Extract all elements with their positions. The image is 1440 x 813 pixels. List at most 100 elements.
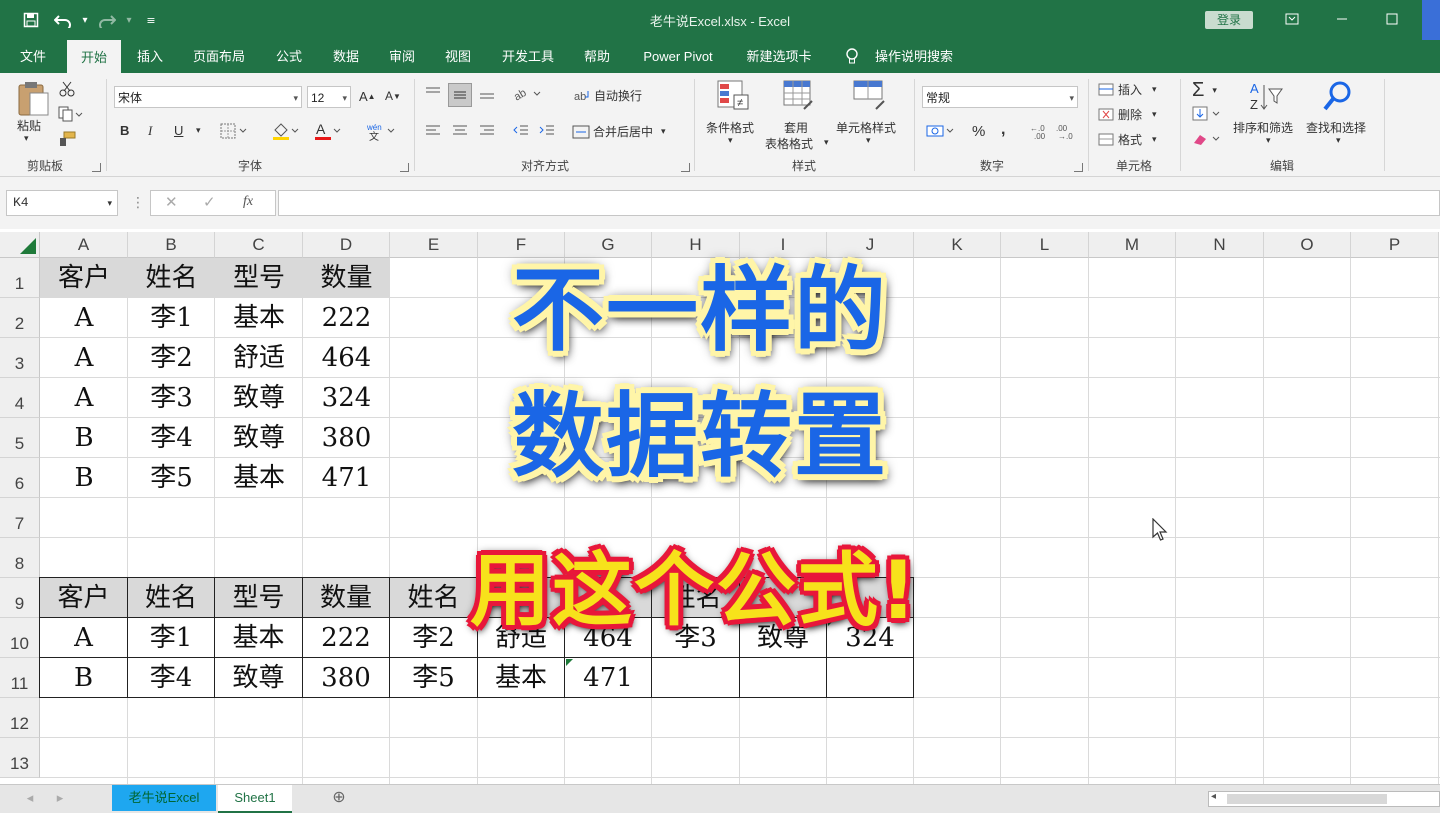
bold-button[interactable]: B bbox=[120, 123, 129, 138]
sheet-tab-sheet1[interactable]: Sheet1 bbox=[218, 785, 292, 813]
clear-icon[interactable] bbox=[1192, 131, 1222, 147]
table1-header-cell[interactable]: 型号 bbox=[215, 258, 303, 298]
sort-filter-button[interactable]: 排序和筛选 bbox=[1233, 119, 1293, 136]
cut-icon[interactable] bbox=[58, 81, 76, 97]
italic-button[interactable]: I bbox=[148, 123, 152, 139]
column-header[interactable]: E bbox=[390, 232, 478, 258]
increase-decimal-icon[interactable]: ←.0.00 bbox=[1030, 122, 1052, 140]
table1-cell[interactable]: 324 bbox=[303, 378, 390, 418]
format-painter-icon[interactable] bbox=[58, 131, 76, 147]
alignment-launcher-icon[interactable] bbox=[681, 163, 690, 172]
horizontal-scrollbar[interactable]: ◂ bbox=[1208, 791, 1440, 807]
paste-button[interactable]: 粘贴 bbox=[17, 117, 41, 134]
table1-cell[interactable]: 李4 bbox=[128, 418, 215, 458]
column-header[interactable]: O bbox=[1264, 232, 1351, 258]
row-header[interactable]: 13 bbox=[0, 738, 40, 778]
row-header[interactable]: 10 bbox=[0, 618, 40, 658]
tab-data[interactable]: 数据 bbox=[322, 40, 370, 73]
row-header[interactable]: 4 bbox=[0, 378, 40, 418]
prev-sheet-icon[interactable]: ◂ bbox=[20, 785, 40, 811]
scroll-left-icon[interactable]: ◂ bbox=[1211, 791, 1216, 802]
column-header[interactable]: L bbox=[1001, 232, 1089, 258]
cancel-icon[interactable]: ✕ bbox=[165, 193, 178, 211]
cell-styles-dropdown-icon[interactable]: ▾ bbox=[866, 135, 871, 146]
find-select-dropdown-icon[interactable]: ▾ bbox=[1336, 135, 1341, 146]
maximize-icon[interactable] bbox=[1372, 8, 1412, 30]
decrease-font-icon[interactable]: A ▼ bbox=[385, 89, 401, 103]
table2-cell[interactable]: A bbox=[40, 618, 128, 658]
increase-font-icon[interactable]: A ▲ bbox=[359, 89, 376, 104]
table2-header-cell[interactable]: 型号 bbox=[215, 578, 303, 618]
conditional-format-button[interactable]: 条件格式 bbox=[706, 119, 754, 136]
tab-home[interactable]: 开始 bbox=[67, 40, 121, 73]
table2-cell[interactable]: 基本 bbox=[215, 618, 303, 658]
conditional-format-dropdown-icon[interactable]: ▾ bbox=[728, 135, 733, 146]
phonetic-icon[interactable]: wén 文 bbox=[366, 121, 396, 141]
underline-dropdown-icon[interactable]: ▾ bbox=[196, 125, 201, 136]
table1-cell[interactable]: 464 bbox=[303, 338, 390, 378]
row-header[interactable]: 2 bbox=[0, 298, 40, 338]
table1-cell[interactable]: 李1 bbox=[128, 298, 215, 338]
minimize-icon[interactable] bbox=[1322, 8, 1362, 30]
clipboard-launcher-icon[interactable] bbox=[92, 163, 101, 172]
cell-styles-button[interactable]: 单元格样式 bbox=[836, 119, 896, 136]
merge-center-button[interactable]: 合并后居中 ▾ bbox=[572, 123, 666, 140]
comma-button[interactable]: , bbox=[1001, 121, 1005, 139]
column-header[interactable]: A bbox=[40, 232, 128, 258]
tab-developer[interactable]: 开发工具 bbox=[492, 40, 564, 73]
copy-icon[interactable] bbox=[58, 106, 84, 122]
borders-icon[interactable] bbox=[220, 123, 248, 139]
conditional-format-icon[interactable]: ≠ bbox=[716, 79, 750, 118]
align-center-icon[interactable] bbox=[451, 123, 469, 139]
decrease-indent-icon[interactable] bbox=[512, 123, 530, 139]
table2-cell[interactable]: 李2 bbox=[390, 618, 478, 658]
table2-cell[interactable]: 222 bbox=[303, 618, 390, 658]
table1-cell[interactable]: 222 bbox=[303, 298, 390, 338]
table1-cell[interactable]: 基本 bbox=[215, 458, 303, 498]
row-header[interactable]: 9 bbox=[0, 578, 40, 618]
new-sheet-icon[interactable]: ⊕ bbox=[326, 785, 352, 811]
column-header[interactable]: N bbox=[1176, 232, 1264, 258]
cell-styles-icon[interactable] bbox=[852, 79, 888, 118]
align-right-icon[interactable] bbox=[478, 123, 496, 139]
table2-cell[interactable]: 李1 bbox=[128, 618, 215, 658]
number-launcher-icon[interactable] bbox=[1074, 163, 1083, 172]
align-bottom-icon[interactable] bbox=[478, 85, 496, 101]
table1-cell[interactable]: A bbox=[40, 338, 128, 378]
table2-cell[interactable]: 471 bbox=[565, 658, 652, 698]
table2-cell[interactable]: 李4 bbox=[128, 658, 215, 698]
row-header[interactable]: 7 bbox=[0, 498, 40, 538]
table1-cell[interactable]: 李5 bbox=[128, 458, 215, 498]
table2-cell[interactable]: 李5 bbox=[390, 658, 478, 698]
find-select-button[interactable]: 查找和选择 bbox=[1306, 119, 1366, 136]
autosum-icon[interactable]: Σ ▾ bbox=[1192, 79, 1217, 102]
close-button[interactable] bbox=[1422, 0, 1440, 40]
format-as-table-line2[interactable]: 表格格式 bbox=[765, 135, 813, 152]
column-header[interactable]: M bbox=[1089, 232, 1176, 258]
wrap-text-button[interactable]: ab 自动换行 bbox=[574, 87, 642, 104]
name-box[interactable]: K4 ▾ bbox=[6, 190, 118, 216]
increase-indent-icon[interactable] bbox=[538, 123, 556, 139]
number-format-select[interactable]: 常规 ▾ bbox=[922, 86, 1078, 108]
find-select-icon[interactable] bbox=[1322, 79, 1356, 118]
tab-page-layout[interactable]: 页面布局 bbox=[186, 40, 252, 73]
table2-cell[interactable]: B bbox=[40, 658, 128, 698]
underline-button[interactable]: U bbox=[174, 123, 183, 138]
format-cells-button[interactable]: 格式 ▾ bbox=[1098, 131, 1157, 148]
format-as-table-icon[interactable] bbox=[782, 79, 816, 118]
format-as-table-line1[interactable]: 套用 bbox=[784, 119, 808, 136]
accounting-format-icon[interactable] bbox=[926, 123, 956, 139]
table2-header-cell[interactable]: 数量 bbox=[303, 578, 390, 618]
column-header[interactable]: B bbox=[128, 232, 215, 258]
column-header[interactable]: C bbox=[215, 232, 303, 258]
font-size-select[interactable]: 12 ▾ bbox=[307, 86, 351, 108]
table2-header-cell[interactable]: 姓名 bbox=[128, 578, 215, 618]
row-header[interactable]: 1 bbox=[0, 258, 40, 298]
font-color-icon[interactable]: A bbox=[314, 121, 342, 141]
decrease-decimal-icon[interactable]: .00 →.0 bbox=[1056, 122, 1078, 140]
table2-cell[interactable]: 基本 bbox=[478, 658, 565, 698]
font-name-select[interactable]: 宋体 ▾ bbox=[114, 86, 302, 108]
table1-cell[interactable]: 基本 bbox=[215, 298, 303, 338]
align-top-icon[interactable] bbox=[424, 85, 442, 101]
table1-cell[interactable]: 471 bbox=[303, 458, 390, 498]
